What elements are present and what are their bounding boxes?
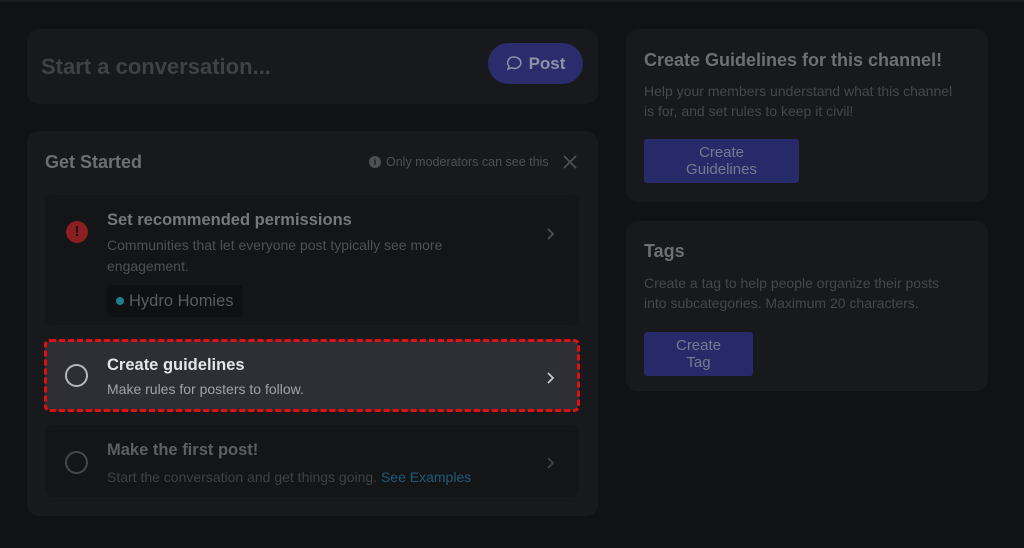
empty-circle-icon [65,451,88,474]
create-tag-button[interactable]: Create Tag [644,332,753,376]
start-conversation-input[interactable] [41,51,461,83]
post-composer: Post [27,29,598,104]
post-button-label: Post [528,53,566,73]
post-button[interactable]: Post [488,43,583,84]
chevron-right-icon [547,228,555,240]
moderator-visibility-note: i Only moderators can see this [369,155,549,169]
empty-circle-icon [65,364,88,387]
task-description: Make rules for posters to follow. [107,381,304,397]
create-guidelines-button[interactable]: Create Guidelines [644,139,799,183]
task-set-permissions[interactable]: ! Set recommended permissions Communitie… [45,195,579,325]
task-description: Communities that let everyone post typic… [107,237,443,274]
task-title: Set recommended permissions [107,211,352,229]
chevron-right-icon [547,457,555,469]
close-icon[interactable] [562,154,578,170]
channel-chip-label: Hydro Homies [129,291,234,310]
channel-chip[interactable]: Hydro Homies [107,285,243,317]
channel-status-dot-icon [116,297,124,305]
chat-bubble-icon [506,56,522,71]
tags-card-description: Create a tag to help people organize the… [644,275,939,311]
task-title: Make the first post! [107,441,259,459]
get-started-panel: Get Started i Only moderators can see th… [27,131,598,516]
tags-card-title: Tags [644,241,685,261]
task-description-text: Start the conversation and get things go… [107,469,378,485]
see-examples-link[interactable]: See Examples [381,469,471,485]
task-create-guidelines[interactable]: Create guidelines Make rules for posters… [45,340,579,411]
guidelines-card: Create Guidelines for this channel! Help… [626,29,988,202]
guidelines-card-description: Help your members understand what this c… [644,83,953,119]
task-title: Create guidelines [107,356,245,374]
get-started-title: Get Started [45,152,143,172]
moderator-note-text: Only moderators can see this [386,155,549,169]
tags-card: Tags Create a tag to help people organiz… [626,221,988,391]
task-first-post[interactable]: Make the first post! Start the conversat… [45,425,579,497]
top-divider [0,0,1024,2]
guidelines-card-title: Create Guidelines for this channel! [644,50,943,70]
info-icon: i [369,156,381,168]
task-description: Start the conversation and get things go… [107,467,471,488]
chevron-right-icon [547,372,555,384]
alert-icon: ! [66,221,88,243]
